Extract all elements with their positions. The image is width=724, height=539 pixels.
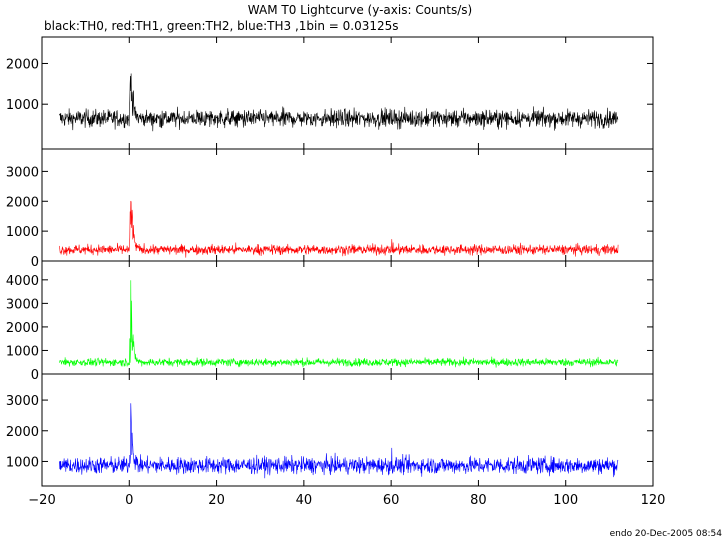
lightcurve-figure: WAM T0 Lightcurve (y-axis: Counts/s) bla… <box>6 3 723 539</box>
footer-stamp: endo 20-Dec-2005 08:54 <box>610 529 723 539</box>
y-tick-label: 0 <box>31 368 39 383</box>
x-tick-label: 40 <box>296 493 313 508</box>
y-tick-label: 0 <box>31 255 39 270</box>
x-tick-label: 120 <box>641 493 666 508</box>
y-tick-label: 2000 <box>6 321 39 336</box>
y-tick-label: 2000 <box>6 195 39 210</box>
panel-th3: 1000 2000 3000 <box>6 373 654 487</box>
x-tick-label: 80 <box>470 493 487 508</box>
x-tick-label: 20 <box>208 493 225 508</box>
series-line-th2 <box>59 280 619 368</box>
series-line-th0 <box>59 73 619 132</box>
panels-group: 1000 2000 0 1000 2000 3000 0 1000 2000 3000 4000 10… <box>6 36 654 487</box>
series-line-th1 <box>59 200 619 258</box>
y-tick-label: 1000 <box>6 225 39 240</box>
y-tick-label: 3000 <box>6 165 39 180</box>
x-tick-label: −20 <box>28 493 55 508</box>
y-tick-label: 1000 <box>6 455 39 470</box>
y-tick-label: 1000 <box>6 98 39 113</box>
panel-frame <box>41 148 654 262</box>
y-tick-label: 4000 <box>6 274 39 289</box>
y-tick-label: 3000 <box>6 297 39 312</box>
x-axis: −20 0 20 40 60 80 100 120 <box>28 493 665 508</box>
chart-title: WAM T0 Lightcurve (y-axis: Counts/s) <box>248 3 472 17</box>
x-tick-label: 0 <box>125 493 133 508</box>
panel-th0: 1000 2000 <box>6 36 654 150</box>
chart-subtitle: black:TH0, red:TH1, green:TH2, blue:TH3 … <box>44 19 399 33</box>
x-tick-label: 60 <box>383 493 400 508</box>
y-tick-label: 3000 <box>6 394 39 409</box>
panel-frame <box>41 260 654 375</box>
panel-th1: 0 1000 2000 3000 <box>6 148 654 270</box>
y-tick-label: 2000 <box>6 57 39 72</box>
series-line-th3 <box>59 403 619 479</box>
panel-th2: 0 1000 2000 3000 4000 <box>6 260 654 383</box>
y-tick-label: 2000 <box>6 425 39 440</box>
x-tick-label: 100 <box>553 493 578 508</box>
y-tick-label: 1000 <box>6 344 39 359</box>
